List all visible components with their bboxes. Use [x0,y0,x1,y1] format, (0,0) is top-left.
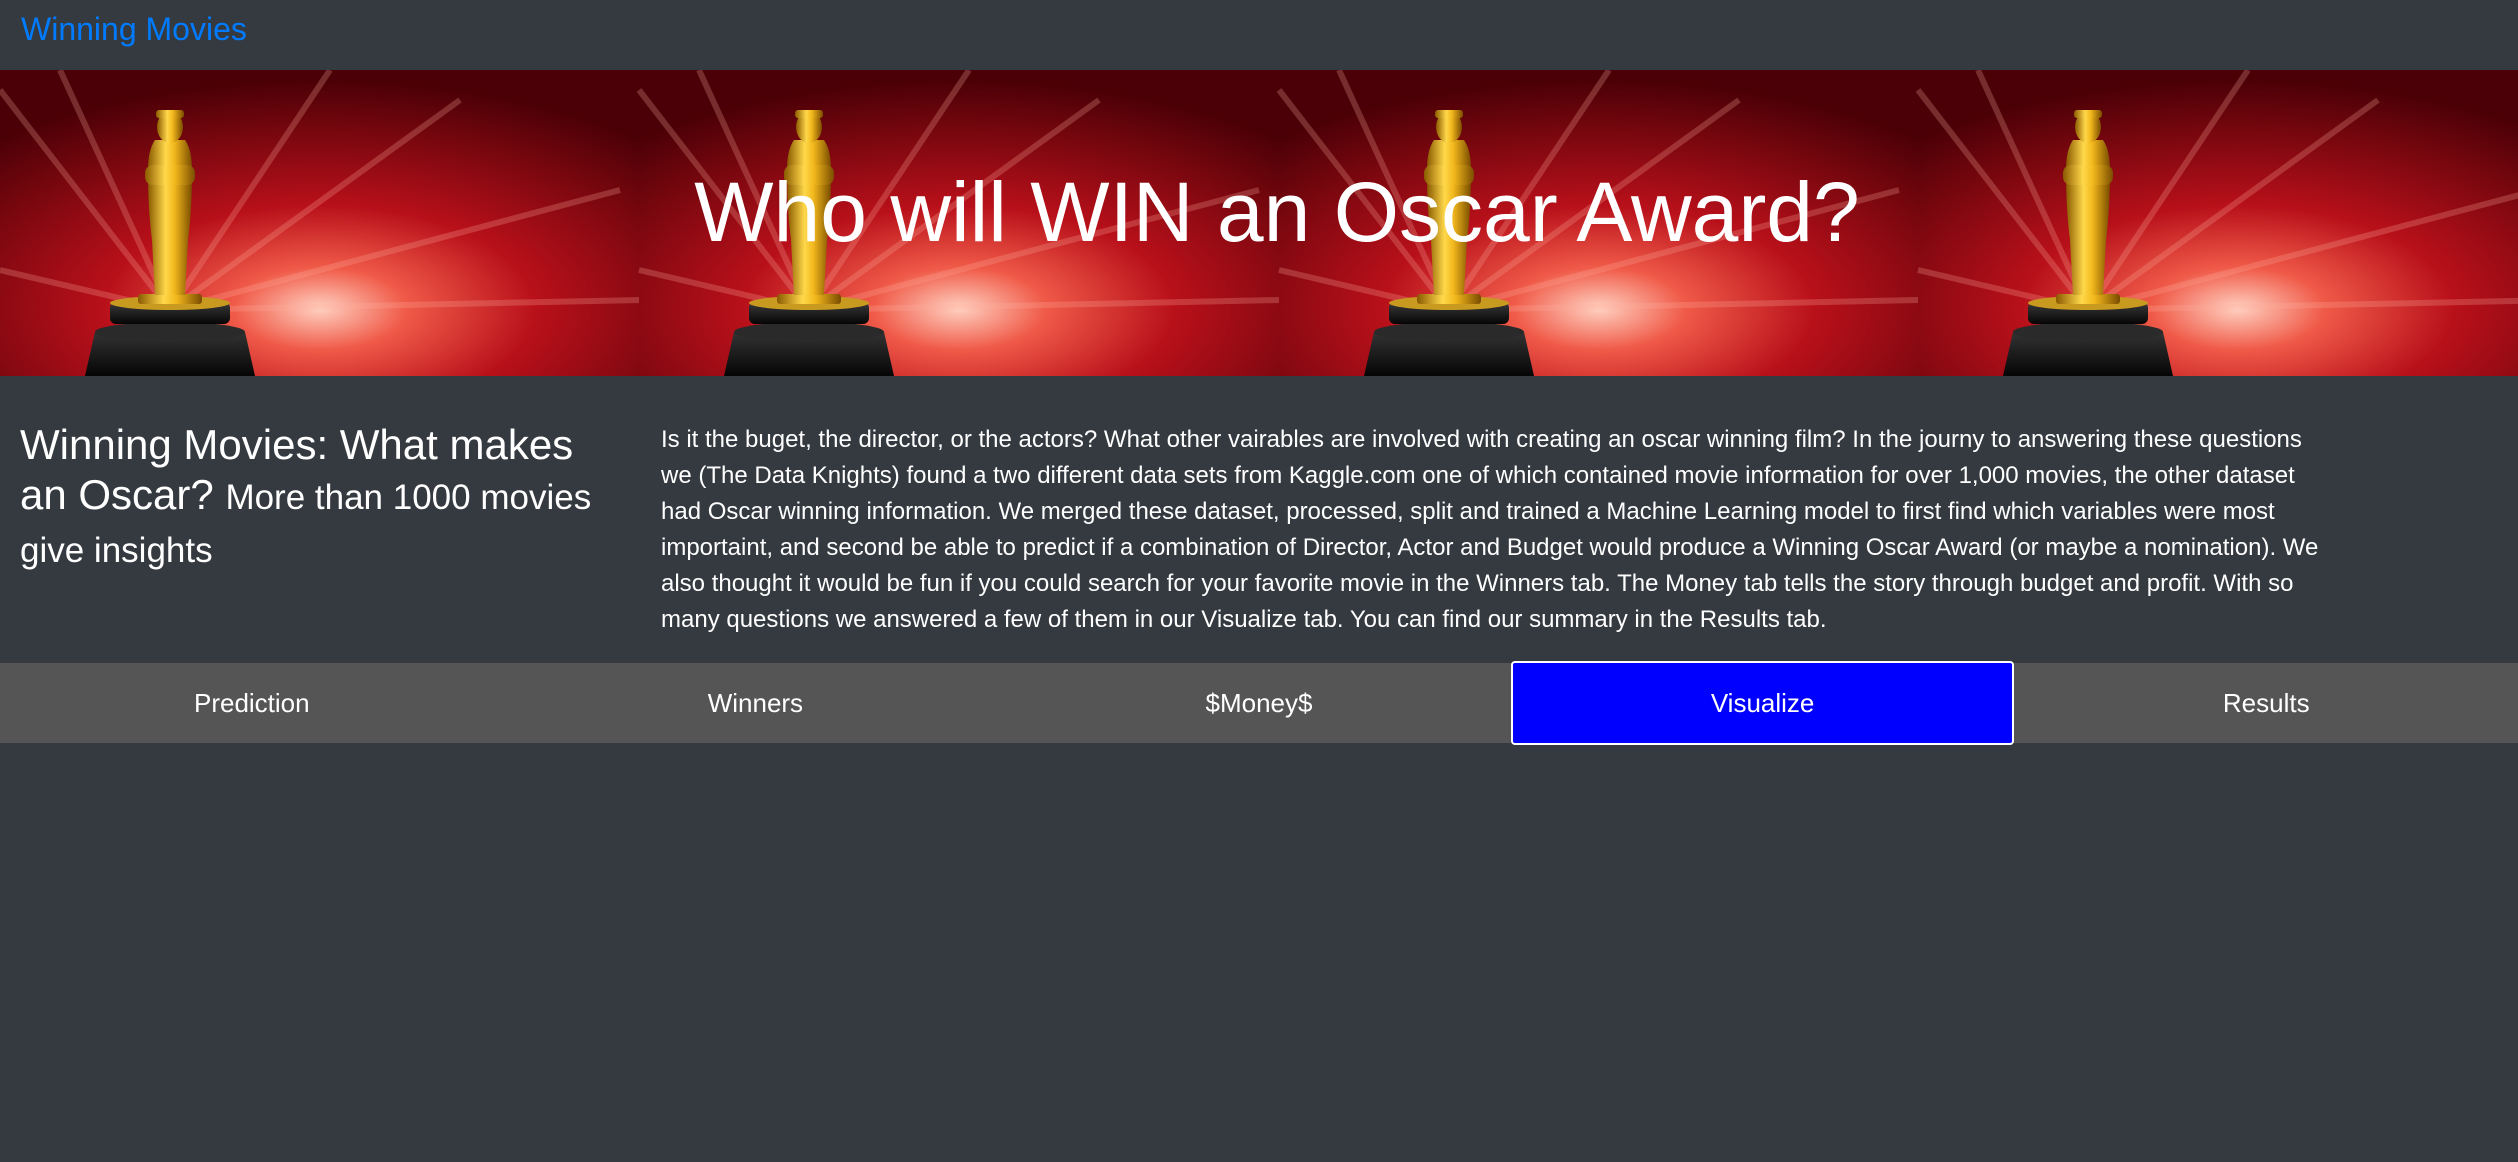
hero-banner: Who will WIN an Oscar Award? [0,70,2518,376]
tab-visualize[interactable]: Visualize [1510,661,2015,745]
tab-winners[interactable]: Winners [504,663,1008,743]
intro-section: Winning Movies: What makes an Oscar? Mor… [0,376,2518,663]
tab-money[interactable]: $Money$ [1007,663,1511,743]
navbar: Winning Movies [0,0,2518,70]
intro-paragraph: Is it the buget, the director, or the ac… [661,426,2319,633]
intro-heading: Winning Movies: What makes an Oscar? Mor… [20,420,600,576]
brand-link[interactable]: Winning Movies [21,11,247,47]
tab-results[interactable]: Results [2014,663,2518,743]
tab-bar: Prediction Winners $Money$ Visualize Res… [0,661,2518,745]
tab-prediction[interactable]: Prediction [0,663,504,743]
hero-title: Who will WIN an Oscar Award? [694,165,1860,259]
